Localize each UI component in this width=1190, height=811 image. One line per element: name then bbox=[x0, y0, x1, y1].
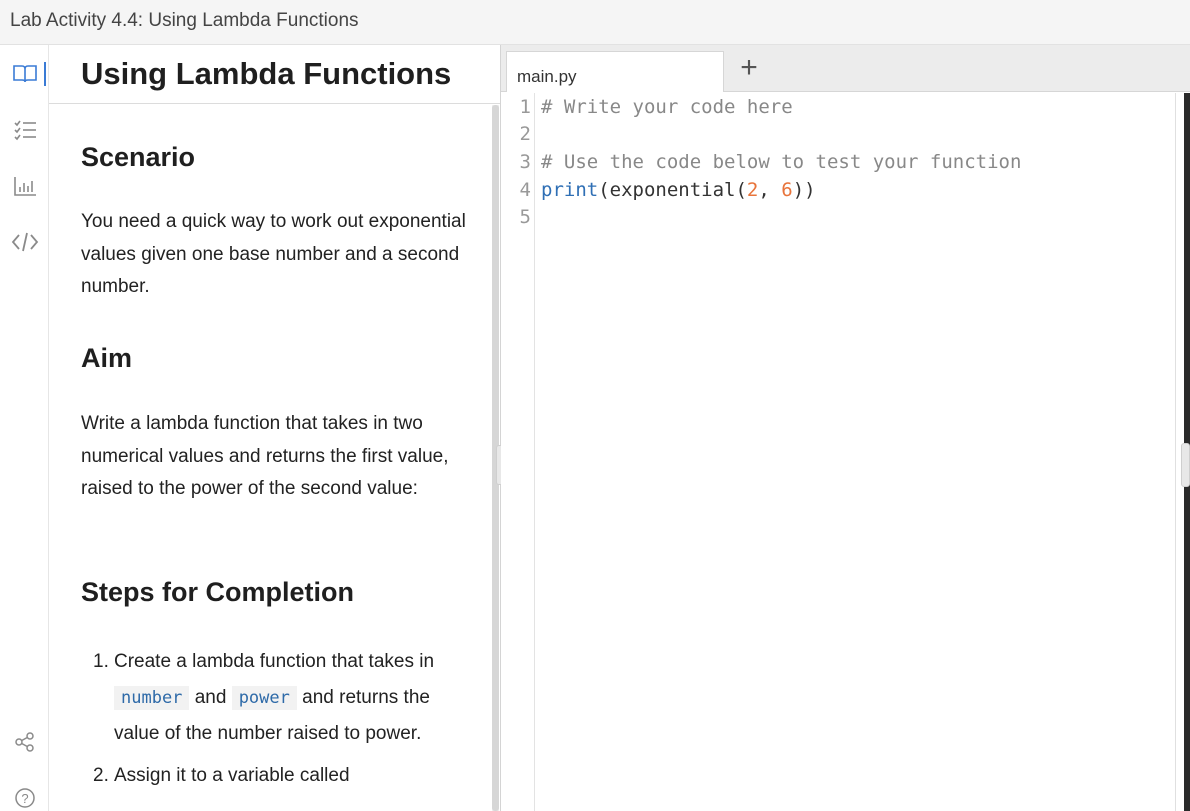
icon-sidebar: ? bbox=[0, 45, 49, 811]
code-token: (exponential( bbox=[598, 179, 747, 201]
line-number-gutter: 1 2 3 4 5 bbox=[501, 93, 535, 811]
chart-icon[interactable] bbox=[0, 166, 49, 206]
steps-heading: Steps for Completion bbox=[81, 577, 355, 607]
code-token: )) bbox=[792, 179, 816, 201]
share-icon[interactable] bbox=[0, 722, 49, 762]
code-icon[interactable] bbox=[0, 222, 49, 262]
code-line[interactable]: # Use the code below to test your functi… bbox=[541, 151, 1021, 173]
line-number: 2 bbox=[519, 123, 531, 145]
steps-list: 1. Create a lambda function that takes i… bbox=[93, 644, 463, 794]
lesson-panel: Using Lambda Functions Scenario You need… bbox=[49, 45, 501, 811]
lesson-header: Using Lambda Functions bbox=[49, 45, 500, 104]
add-tab-button[interactable]: + bbox=[735, 53, 763, 83]
step-text: Assign it to a variable called bbox=[114, 765, 350, 786]
tab-label: main.py bbox=[517, 67, 577, 86]
editor-resize-handle[interactable] bbox=[1181, 443, 1190, 487]
svg-text:?: ? bbox=[21, 791, 28, 806]
code-line[interactable]: print(exponential(2, 6)) bbox=[541, 179, 816, 201]
code-line[interactable]: # Write your code here bbox=[541, 96, 793, 118]
step-text-part: and bbox=[189, 687, 232, 708]
step-text: Create a lambda function that takes in n… bbox=[114, 644, 463, 752]
inline-code: number bbox=[114, 686, 190, 710]
list-item: 1. Create a lambda function that takes i… bbox=[93, 644, 463, 752]
title-bar: Lab Activity 4.4: Using Lambda Functions bbox=[0, 0, 1190, 45]
code-number: 6 bbox=[781, 179, 793, 201]
step-number: 1. bbox=[93, 651, 109, 672]
book-icon[interactable] bbox=[0, 54, 49, 94]
line-number: 5 bbox=[519, 206, 531, 228]
aim-heading: Aim bbox=[81, 343, 133, 373]
tab-main-py[interactable]: main.py bbox=[506, 51, 724, 92]
code-keyword: print bbox=[541, 179, 599, 201]
window-title: Lab Activity 4.4: Using Lambda Functions bbox=[10, 10, 359, 31]
aim-text: Write a lambda function that takes in tw… bbox=[81, 413, 449, 499]
code-token: , bbox=[758, 179, 782, 201]
step-number: 2. bbox=[93, 765, 109, 786]
step-text-part: Create a lambda function that takes in bbox=[114, 651, 435, 672]
line-number: 4 bbox=[519, 179, 531, 201]
code-number: 2 bbox=[746, 179, 759, 201]
line-number: 3 bbox=[519, 151, 531, 173]
lesson-title: Using Lambda Functions bbox=[81, 56, 452, 91]
editor-tab-strip: main.py + bbox=[501, 45, 1190, 92]
list-item: 2. Assign it to a variable called bbox=[93, 758, 463, 794]
code-editor: main.py + 1 2 3 4 5 # Write your code he… bbox=[501, 45, 1190, 811]
list-icon[interactable] bbox=[0, 110, 49, 150]
scenario-text: You need a quick way to work out exponen… bbox=[81, 211, 466, 297]
inline-code: power bbox=[231, 686, 297, 710]
help-icon[interactable]: ? bbox=[0, 778, 49, 811]
scenario-heading: Scenario bbox=[81, 142, 196, 172]
line-number: 1 bbox=[519, 96, 531, 118]
